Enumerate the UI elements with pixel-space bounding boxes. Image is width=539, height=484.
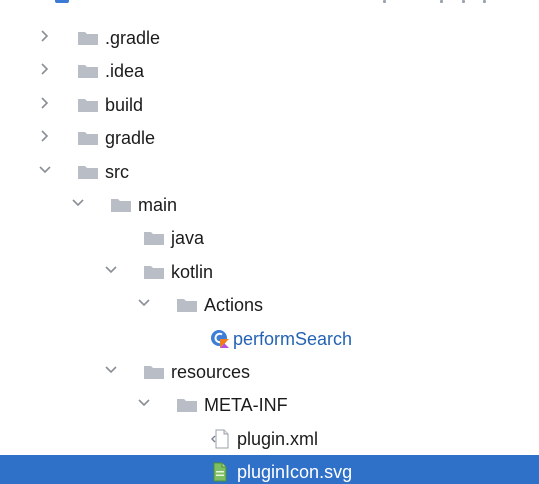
tree-item-label: build — [105, 94, 144, 115]
tree-item-label: performSearch — [233, 328, 353, 349]
tree-row-performsearch[interactable]: performSearch — [0, 322, 539, 355]
chevron-down-icon[interactable] — [104, 263, 118, 277]
tree-item-label: Actions — [204, 295, 264, 316]
tree-row-main[interactable]: main — [0, 188, 539, 221]
tree-item-label: pluginIcon.svg — [237, 462, 353, 483]
folder-icon — [78, 131, 98, 146]
chevron-right-icon[interactable] — [38, 29, 52, 43]
tree-row-plugin-xml[interactable]: plugin.xml — [0, 422, 539, 455]
toolbar-dot-icon — [440, 0, 443, 3]
tree-item-label: META-INF — [204, 395, 288, 416]
svg-file-icon — [210, 462, 230, 482]
chevron-right-icon[interactable] — [38, 96, 52, 110]
scroll-position-indicator — [55, 0, 69, 3]
folder-icon — [78, 98, 98, 112]
folder-icon — [78, 31, 98, 45]
tree-item-label: src — [105, 161, 129, 182]
tree-row-meta-inf[interactable]: META-INF — [0, 388, 539, 421]
chevron-down-icon[interactable] — [38, 163, 52, 177]
toolbar-dot-icon — [483, 0, 486, 3]
xml-file-icon — [210, 429, 230, 449]
chevron-down-icon[interactable] — [71, 196, 85, 210]
folder-icon — [144, 365, 164, 379]
tree-row-build[interactable]: build — [0, 88, 539, 121]
tree-item-label: main — [138, 195, 178, 215]
folder-icon — [144, 265, 164, 279]
tree-item-label: .idea — [105, 61, 145, 82]
tree-row-idea[interactable]: .idea — [0, 54, 539, 87]
tree-row-resources[interactable]: resources — [0, 355, 539, 388]
tree-item-label: plugin.xml — [237, 428, 319, 449]
kotlin-class-icon — [210, 329, 230, 349]
tree-item-label: .gradle — [105, 28, 161, 48]
toolbar-dot-icon — [383, 0, 386, 3]
folder-icon — [78, 165, 98, 179]
tree-item-label: gradle — [105, 128, 156, 149]
tree-row-kotlin[interactable]: kotlin — [0, 255, 539, 288]
chevron-right-icon[interactable] — [38, 62, 52, 76]
tree-row-java[interactable]: java — [0, 221, 539, 254]
tree-row-src[interactable]: src — [0, 155, 539, 188]
folder-icon — [111, 198, 131, 212]
tree-row-gradle[interactable]: gradle — [0, 121, 539, 154]
tree-row-pluginicon-svg[interactable]: pluginIcon.svg — [0, 455, 539, 484]
folder-icon — [144, 231, 164, 246]
chevron-down-icon[interactable] — [137, 296, 151, 310]
tree-item-label: kotlin — [171, 261, 214, 282]
tree-row-actions[interactable]: Actions — [0, 288, 539, 321]
chevron-right-icon[interactable] — [38, 129, 52, 143]
tree-item-label: java — [171, 228, 205, 249]
chevron-down-icon[interactable] — [137, 396, 151, 410]
tree-row-gradle[interactable]: .gradle — [0, 21, 539, 54]
folder-icon — [177, 398, 197, 413]
tree-item-label: resources — [171, 362, 251, 382]
folder-icon — [78, 64, 98, 79]
chevron-down-icon[interactable] — [104, 363, 118, 377]
toolbar-dot-icon — [462, 0, 465, 3]
project-tree: .gradle .idea build gradle src main java kotlin… — [0, 0, 539, 484]
folder-icon — [177, 298, 197, 313]
